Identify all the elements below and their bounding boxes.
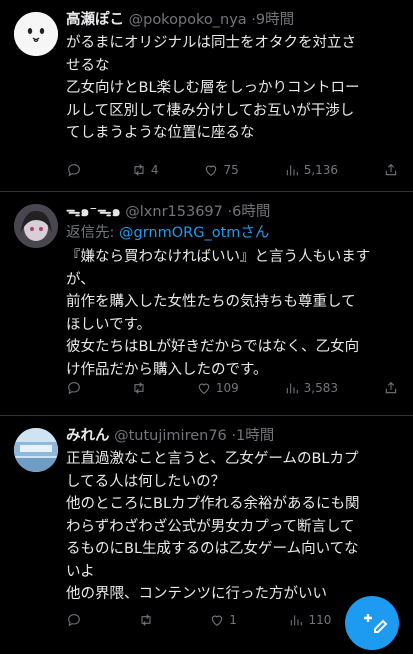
cat-face-avatar-icon xyxy=(14,12,58,56)
views-button[interactable]: 3,583 xyxy=(284,380,338,396)
tweet-text-line: せるな xyxy=(66,57,110,74)
tweet-text-line: してる人は何したいの？ xyxy=(66,473,226,490)
tweet-header: みれん @tutujimiren76 ·1時間 xyxy=(66,426,403,446)
display-name[interactable]: ᯓ๑⁻ᯓ๑ xyxy=(66,204,121,220)
tweet-header: 高瀬ぽこ @pokopoko_nya ·9時間 xyxy=(66,10,403,30)
tweet-content: ᯓ๑⁻ᯓ๑ @lxnr153697 ·6時間 返信先: @grnmORG_otm… xyxy=(66,202,403,381)
avatar[interactable] xyxy=(14,428,58,472)
tweet-text-line: 正直過激なこと言うと、乙女ゲームのBLカプ xyxy=(66,451,359,467)
tweet-text-line: 『嫌なら買わなければいい』と言う人もいます xyxy=(66,249,371,265)
compose-icon xyxy=(364,614,388,633)
tweet[interactable]: ᯓ๑⁻ᯓ๑ @lxnr153697 ·6時間 返信先: @grnmORG_otm… xyxy=(0,192,413,416)
timestamp[interactable]: 1時間 xyxy=(236,428,274,444)
tweet-text-line: 彼女たちはBLが好きだからではなく、乙女向 xyxy=(66,339,360,355)
retweet-icon xyxy=(141,614,151,626)
heart-icon xyxy=(206,165,217,176)
tweet-text-line: 他のところにBLカプ作れる余裕があるにも関 xyxy=(66,496,360,512)
tweet-content: 高瀬ぽこ @pokopoko_nya ·9時間 がるまにオリジナルは同士をオタク… xyxy=(66,10,403,145)
like-button[interactable]: 109 xyxy=(196,380,239,396)
like-button[interactable]: 75 xyxy=(203,162,239,178)
tweet-content: みれん @tutujimiren76 ·1時間 正直過激なこと言うと、乙女ゲーム… xyxy=(66,426,403,606)
reply-icon xyxy=(68,614,80,627)
avatar[interactable] xyxy=(14,204,58,248)
tweet-text-line: が、 xyxy=(66,271,95,288)
replying-to: 返信先: @grnmORG_otmさん xyxy=(66,222,403,244)
tweet-text: 『嫌なら買わなければいい』と言う人もいます が、 前作を購入した女性たちの気持ち… xyxy=(66,246,403,381)
share-button[interactable] xyxy=(383,162,399,178)
reply-button[interactable] xyxy=(66,380,86,396)
tweet-text-line: わらずわざわざ公式が男女カプって断言して xyxy=(66,518,355,535)
compose-button[interactable] xyxy=(345,596,399,650)
tweet-text-line: るものにBL生成するのは乙女ゲーム向いてな xyxy=(66,541,359,557)
tweet-text-line: ルして区別して棲み分けしてお互いが干渉し xyxy=(66,102,355,119)
share-icon xyxy=(385,163,397,176)
tweet-text: 正直過激なこと言うと、乙女ゲームのBLカプ してる人は何したいの？ 他のところに… xyxy=(66,448,403,606)
tweet[interactable]: 高瀬ぽこ @pokopoko_nya ·9時間 がるまにオリジナルは同士をオタク… xyxy=(0,0,413,192)
action-bar: 4 75 5,136 xyxy=(66,160,399,180)
user-handle[interactable]: @tutujimiren76 xyxy=(114,428,227,444)
reply-icon xyxy=(68,164,80,177)
view-count: 5,136 xyxy=(303,163,339,177)
reply-button[interactable] xyxy=(66,162,86,178)
tweet-text: がるまにオリジナルは同士をオタクを対立さ せるな 乙女向けとBL楽しむ層をしっか… xyxy=(66,32,403,145)
views-button[interactable]: 110 xyxy=(288,612,331,628)
retweet-button[interactable] xyxy=(138,612,158,628)
display-name[interactable]: みれん xyxy=(66,428,110,444)
views-icon xyxy=(286,165,298,176)
reply-button[interactable] xyxy=(66,612,86,628)
tweet-text-line: てしまうような位置に座るな xyxy=(66,125,255,141)
action-bar: 109 3,583 xyxy=(66,378,399,398)
like-count: 1 xyxy=(229,613,237,627)
tweet-text-line: いよ xyxy=(66,563,95,580)
tweet-text-line: 乙女向けとBL楽しむ層をしっかりコントロー xyxy=(66,80,360,96)
like-count: 109 xyxy=(215,381,239,395)
like-button[interactable]: 1 xyxy=(209,612,237,628)
like-count: 75 xyxy=(223,163,239,177)
retweet-icon xyxy=(134,382,144,394)
retweet-icon xyxy=(134,164,144,176)
view-count: 3,583 xyxy=(303,381,339,395)
landscape-avatar-icon xyxy=(14,428,58,472)
anime-character-avatar-icon xyxy=(14,204,58,248)
tweet-text-line: 前作を購入した女性たちの気持ちも尊重して xyxy=(66,294,356,310)
heart-icon xyxy=(212,615,223,626)
retweet-button[interactable] xyxy=(131,380,151,396)
timestamp[interactable]: 9時間 xyxy=(256,12,294,28)
retweet-button[interactable]: 4 xyxy=(131,162,159,178)
display-name[interactable]: 高瀬ぽこ xyxy=(66,12,124,28)
retweet-count: 4 xyxy=(150,163,159,177)
view-count: 110 xyxy=(308,613,332,627)
views-button[interactable]: 5,136 xyxy=(284,162,338,178)
views-icon xyxy=(286,383,298,394)
reply-icon xyxy=(68,382,80,395)
user-handle[interactable]: @pokopoko_nya xyxy=(129,12,247,28)
timestamp[interactable]: 6時間 xyxy=(232,204,270,220)
tweet-text-line: がるまにオリジナルは同士をオタクを対立さ xyxy=(66,35,356,51)
user-handle[interactable]: @lxnr153697 xyxy=(125,204,223,220)
views-icon xyxy=(291,615,303,626)
share-icon xyxy=(385,381,397,394)
replying-to-label: 返信先: xyxy=(66,225,115,241)
replying-to-link[interactable]: @grnmORG_otmさん xyxy=(119,225,269,241)
heart-icon xyxy=(198,383,210,394)
tweet-header: ᯓ๑⁻ᯓ๑ @lxnr153697 ·6時間 xyxy=(66,202,403,222)
tweet-text-line: ほしいです。 xyxy=(66,316,152,333)
avatar[interactable] xyxy=(14,12,58,56)
share-button[interactable] xyxy=(383,380,399,396)
